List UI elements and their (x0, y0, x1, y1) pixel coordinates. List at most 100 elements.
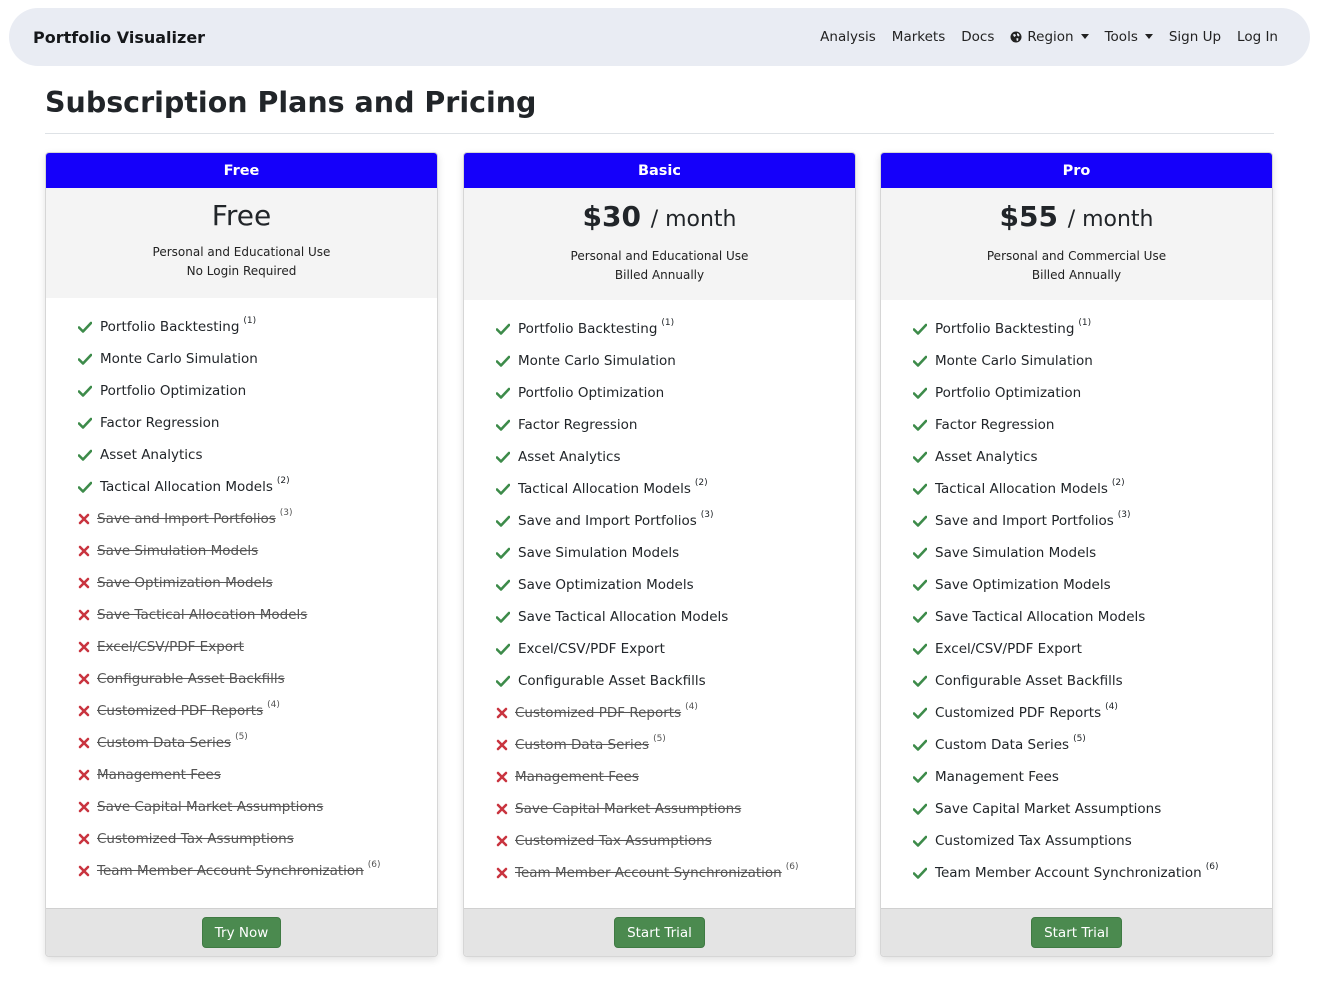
feature-label: Save and Import Portfolios (935, 513, 1114, 529)
feature-footnote[interactable]: (4) (267, 700, 280, 710)
feature-item: Configurable Asset Backfills (496, 665, 855, 697)
plan-name: Pro (1062, 162, 1091, 179)
feature-item: Management Fees (496, 761, 855, 793)
brand-logo[interactable]: Portfolio Visualizer (33, 28, 205, 47)
feature-label: Management Fees (935, 769, 1059, 785)
feature-item: Save Optimization Models (78, 567, 437, 599)
start-trial-button[interactable]: Start Trial (1031, 917, 1122, 948)
feature-item: Portfolio Backtesting (1) (496, 313, 855, 345)
price-period: / month (650, 207, 737, 232)
feature-footnote[interactable]: (3) (701, 510, 714, 520)
plan-price: $30 / month (464, 200, 855, 237)
nav-analysis[interactable]: Analysis (820, 29, 876, 45)
check-icon (496, 579, 510, 591)
price-amount: $55 (999, 200, 1058, 233)
cross-icon (496, 707, 508, 719)
nav-markets[interactable]: Markets (892, 29, 945, 45)
feature-item: Save Tactical Allocation Models (913, 601, 1272, 633)
feature-label: Customized PDF Reports (515, 705, 682, 721)
feature-label: Save Optimization Models (935, 577, 1111, 593)
price-period: / month (1067, 207, 1154, 232)
feature-label: Factor Regression (518, 417, 638, 433)
feature-footnote[interactable]: (4) (685, 702, 698, 712)
check-icon (913, 419, 927, 431)
feature-item: Monte Carlo Simulation (913, 345, 1272, 377)
feature-label: Save Capital Market Assumptions (515, 801, 742, 817)
price-box: Free Personal and Educational Use No Login… (46, 188, 437, 298)
feature-item: Management Fees (913, 761, 1272, 793)
price-amount: $30 (582, 200, 641, 233)
feature-footnote[interactable]: (6) (786, 862, 799, 872)
feature-item: Customized PDF Reports (4) (496, 697, 855, 729)
feature-label: Save Optimization Models (97, 575, 273, 591)
plan-card-pro: Pro $55 / month Personal and Commercial Us… (880, 152, 1273, 957)
feature-label: Asset Analytics (100, 447, 203, 463)
feature-label: Management Fees (97, 767, 221, 783)
feature-footnote[interactable]: (2) (1112, 478, 1125, 488)
feature-footnote[interactable]: (3) (1118, 510, 1131, 520)
feature-label: Tactical Allocation Models (935, 481, 1108, 497)
feature-list: Portfolio Backtesting (1) Monte Carlo Simu… (464, 300, 855, 889)
feature-label: Customized Tax Assumptions (97, 831, 294, 847)
check-icon (78, 353, 92, 365)
cross-icon (496, 739, 508, 751)
nav-links: Analysis Markets Docs Region Tools Sign … (820, 29, 1278, 45)
nav-signup[interactable]: Sign Up (1169, 29, 1221, 45)
feature-item: Portfolio Optimization (496, 377, 855, 409)
feature-footnote[interactable]: (3) (280, 508, 293, 518)
feature-footnote[interactable]: (5) (1073, 734, 1086, 744)
plan-billing: Billed Annually (614, 268, 705, 282)
check-icon (78, 321, 92, 333)
cross-icon (78, 673, 90, 685)
feature-item: Save Capital Market Assumptions (496, 793, 855, 825)
feature-footnote[interactable]: (2) (277, 476, 290, 486)
feature-footnote[interactable]: (4) (1105, 702, 1118, 712)
feature-footnote[interactable]: (1) (243, 316, 256, 326)
feature-label: Tactical Allocation Models (518, 481, 691, 497)
check-icon (496, 451, 510, 463)
feature-footnote[interactable]: (5) (235, 732, 248, 742)
nav-region-dropdown[interactable]: Region (1010, 29, 1089, 45)
plan-header: Pro (881, 153, 1272, 188)
check-icon (496, 611, 510, 623)
feature-footnote[interactable]: (2) (695, 478, 708, 488)
start-trial-button[interactable]: Start Trial (614, 917, 705, 948)
feature-item: Save Optimization Models (496, 569, 855, 601)
caret-down-icon (1080, 33, 1089, 39)
feature-item: Team Member Account Synchronization (6) (78, 855, 437, 887)
feature-item: Portfolio Optimization (78, 375, 437, 407)
plan-billing: No Login Required (186, 264, 297, 278)
feature-item: Asset Analytics (913, 441, 1272, 473)
feature-footnote[interactable]: (1) (1078, 318, 1091, 328)
feature-item: Factor Regression (78, 407, 437, 439)
feature-footnote[interactable]: (1) (661, 318, 674, 328)
feature-item: Custom Data Series (5) (913, 729, 1272, 761)
feature-footnote[interactable]: (6) (368, 860, 381, 870)
feature-label: Tactical Allocation Models (100, 479, 273, 495)
cross-icon (78, 833, 90, 845)
cross-icon (78, 641, 90, 653)
check-icon (496, 483, 510, 495)
nav-docs[interactable]: Docs (961, 29, 994, 45)
check-icon (913, 387, 927, 399)
feature-item: Save Capital Market Assumptions (78, 791, 437, 823)
cross-icon (78, 513, 90, 525)
check-icon (913, 611, 927, 623)
check-icon (913, 835, 927, 847)
feature-item: Customized Tax Assumptions (78, 823, 437, 855)
nav-tools-dropdown[interactable]: Tools (1105, 29, 1153, 45)
nav-login[interactable]: Log In (1237, 29, 1278, 45)
feature-label: Portfolio Optimization (935, 385, 1082, 401)
plan-footer: Start Trial (464, 908, 855, 956)
check-icon (913, 867, 927, 879)
try-now-button[interactable]: Try Now (201, 917, 282, 948)
feature-label: Custom Data Series (935, 737, 1070, 753)
cross-icon (78, 545, 90, 557)
cross-icon (496, 771, 508, 783)
feature-footnote[interactable]: (6) (1206, 862, 1219, 872)
feature-label: Configurable Asset Backfills (935, 673, 1123, 689)
feature-footnote[interactable]: (5) (653, 734, 666, 744)
feature-item: Excel/CSV/PDF Export (496, 633, 855, 665)
feature-label: Customized PDF Reports (935, 705, 1102, 721)
feature-label: Portfolio Backtesting (935, 321, 1075, 337)
